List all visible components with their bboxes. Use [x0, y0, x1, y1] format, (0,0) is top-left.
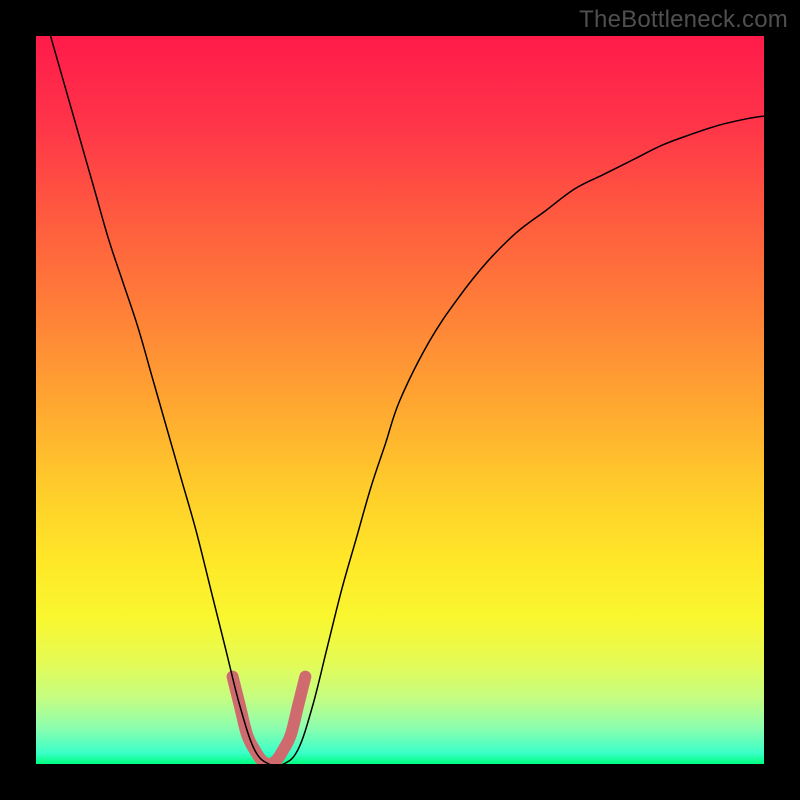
watermark-text: TheBottleneck.com	[579, 6, 788, 34]
chart-frame: TheBottleneck.com	[0, 0, 800, 800]
plot-area	[36, 36, 764, 764]
chart-svg	[36, 36, 764, 764]
